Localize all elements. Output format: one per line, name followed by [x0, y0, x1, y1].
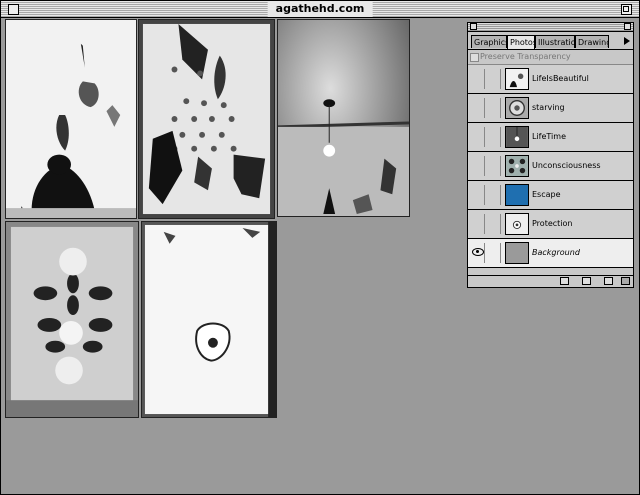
tab-illustrations[interactable]: Illustrations	[535, 35, 575, 48]
layer-thumbnail	[505, 213, 529, 235]
layer-link-cell[interactable]	[486, 98, 501, 118]
layer-name: Protection	[532, 219, 573, 228]
layer-thumbnail	[505, 184, 529, 206]
layer-visibility-cell[interactable]	[470, 98, 485, 118]
eye-icon[interactable]	[472, 248, 484, 256]
layer-row[interactable]: LifeTime	[468, 123, 633, 152]
layer-name: Escape	[532, 190, 561, 199]
trash-icon[interactable]	[604, 277, 613, 285]
triangle-right-icon[interactable]	[624, 37, 630, 45]
preserve-transparency-row[interactable]: Preserve Transparency	[468, 50, 633, 65]
window-titlebar[interactable]: agathehd.com	[1, 1, 639, 18]
layer-visibility-cell[interactable]	[470, 69, 485, 89]
layer-visibility-cell[interactable]	[470, 127, 485, 147]
layer-name: LifeIsBeautiful	[532, 74, 589, 83]
layers-list: LifeIsBeautiful starving LifeTime Uncons…	[468, 65, 633, 268]
palette-close-icon[interactable]	[470, 23, 477, 30]
preserve-transparency-checkbox[interactable]	[470, 53, 479, 62]
close-box-icon[interactable]	[8, 4, 19, 15]
layer-thumbnail	[505, 242, 529, 264]
tab-drawings[interactable]: Drawings	[575, 35, 609, 48]
layer-name: Background	[532, 248, 580, 257]
layers-palette: Graphics Photos Illustrations Drawings P…	[467, 22, 634, 288]
layer-name: LifeTime	[532, 132, 566, 141]
new-layer-icon[interactable]	[582, 277, 591, 285]
photo-flower-pattern[interactable]	[5, 221, 139, 418]
layer-link-cell[interactable]	[486, 127, 501, 147]
layer-row[interactable]: Background	[468, 239, 633, 268]
layer-thumbnail	[505, 126, 529, 148]
palette-titlebar[interactable]	[468, 23, 633, 32]
browser-window: agathehd.com Graphics Photos Illustratio…	[0, 0, 640, 495]
layer-row[interactable]: Escape	[468, 181, 633, 210]
window-title: agathehd.com	[267, 1, 373, 17]
layer-name: starving	[532, 103, 565, 112]
layer-visibility-cell[interactable]	[470, 214, 485, 234]
layer-row[interactable]: Protection	[468, 210, 633, 239]
zoom-box-icon[interactable]	[621, 4, 632, 15]
layer-row[interactable]: LifeIsBeautiful	[468, 65, 633, 94]
layer-visibility-cell[interactable]	[470, 185, 485, 205]
layer-thumbnail	[505, 155, 529, 177]
layer-link-cell[interactable]	[486, 214, 501, 234]
layer-thumbnail	[505, 97, 529, 119]
layer-link-cell[interactable]	[486, 69, 501, 89]
mask-icon[interactable]	[560, 277, 569, 285]
palette-footer	[468, 275, 633, 287]
layer-link-cell[interactable]	[486, 185, 501, 205]
layer-name: Unconsciousness	[532, 161, 601, 170]
photo-lightbulb-room[interactable]	[277, 19, 410, 217]
photo-leaves-dots[interactable]	[138, 19, 275, 219]
layer-link-cell[interactable]	[486, 156, 501, 176]
layer-row[interactable]: starving	[468, 94, 633, 123]
photo-leaves-figure[interactable]	[5, 19, 137, 219]
tab-photos[interactable]: Photos	[507, 35, 535, 49]
preserve-transparency-label: Preserve Transparency	[480, 52, 571, 61]
palette-resize-icon[interactable]	[621, 277, 630, 285]
layer-thumbnail	[505, 68, 529, 90]
palette-zoom-icon[interactable]	[624, 23, 631, 30]
layer-row[interactable]: Unconsciousness	[468, 152, 633, 181]
layer-visibility-cell[interactable]	[470, 243, 485, 263]
layer-link-cell[interactable]	[486, 243, 501, 263]
photo-flower-bright[interactable]	[141, 221, 277, 418]
tab-graphics[interactable]: Graphics	[471, 35, 507, 48]
layer-visibility-cell[interactable]	[470, 156, 485, 176]
palette-tabs: Graphics Photos Illustrations Drawings	[468, 35, 633, 50]
